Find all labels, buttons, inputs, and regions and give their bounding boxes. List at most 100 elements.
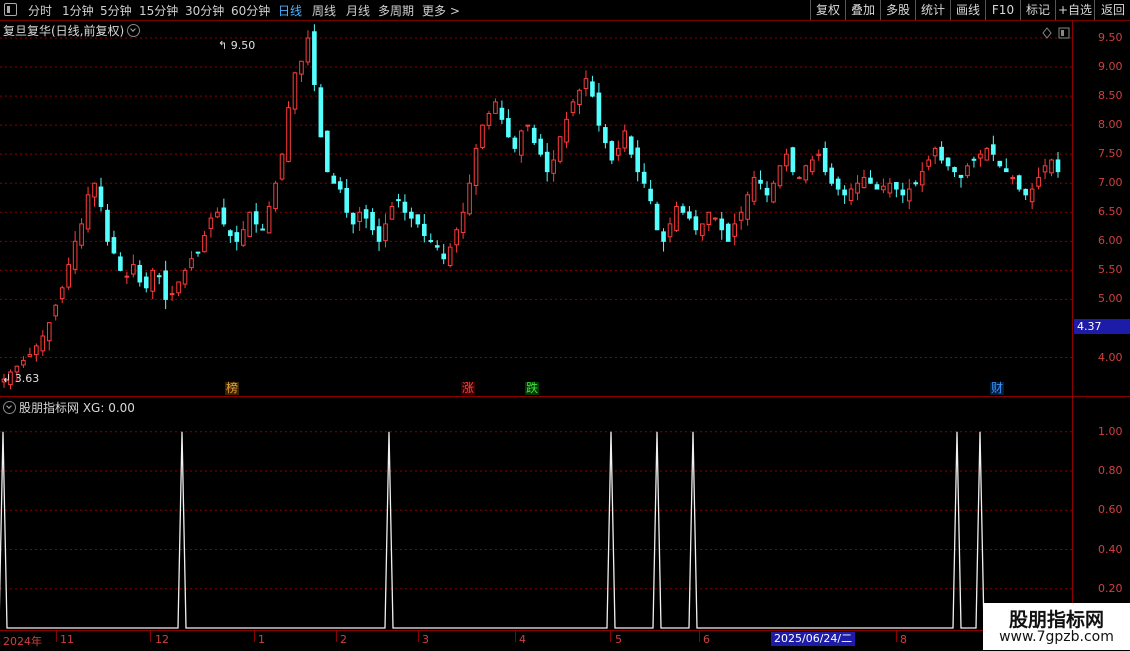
period-tab-60min[interactable]: 60分钟	[231, 2, 270, 19]
candle-body	[609, 141, 615, 161]
panel-toggle-icon[interactable]	[4, 3, 17, 16]
date-label-nov: 11	[60, 633, 74, 646]
adjust-button[interactable]: 复权	[810, 0, 845, 20]
price-tick-label: 7.50	[1098, 147, 1123, 161]
candle-body	[758, 179, 763, 184]
diamond-icon[interactable]	[1042, 27, 1052, 39]
period-tab-multi[interactable]: 多周期	[378, 2, 414, 19]
back-button[interactable]: 返回	[1094, 0, 1130, 20]
watermark-logo: 股朋指标网 www.7gpzb.com	[983, 603, 1130, 650]
date-label-may: 5	[615, 633, 622, 646]
candle-body	[538, 138, 543, 155]
price-tick-label: 7.00	[1098, 176, 1123, 190]
mark-button[interactable]: 标记	[1020, 0, 1055, 20]
multi-stock-button[interactable]: 多股	[880, 0, 915, 20]
candle-body	[137, 264, 143, 283]
candle-body	[822, 148, 828, 173]
price-tick-label: 6.00	[1098, 234, 1123, 248]
draw-line-button[interactable]: 画线	[950, 0, 985, 20]
candle-body	[1003, 168, 1009, 173]
candlestick-chart[interactable]	[0, 20, 1072, 396]
candle-body	[53, 304, 59, 317]
candle-body	[21, 359, 26, 366]
candle-body	[661, 231, 666, 242]
high-price-label: ↰ 9.50	[218, 39, 256, 52]
period-tab-more[interactable]: 更多 >	[422, 2, 460, 19]
period-tab-weekly[interactable]: 周线	[312, 2, 336, 19]
candle-body	[467, 182, 472, 215]
period-tab-monthly[interactable]: 月线	[346, 2, 370, 19]
candle-body	[641, 171, 647, 184]
candle-body	[428, 240, 434, 243]
price-tick-label: 9.50	[1098, 31, 1123, 44]
candle-body	[674, 205, 679, 231]
candle-body	[577, 89, 582, 106]
candle-body	[738, 211, 744, 221]
period-tab-1min[interactable]: 1分钟	[62, 2, 94, 19]
chevron-down-icon[interactable]	[3, 401, 16, 414]
candle-body	[1010, 176, 1016, 180]
candle-body	[34, 345, 39, 356]
candle-body	[85, 194, 91, 230]
candle-body	[628, 136, 634, 155]
candle-body	[1036, 176, 1041, 187]
date-label-2024: 2024年	[3, 635, 42, 648]
event-marker-limit-down[interactable]: 跌	[525, 382, 540, 395]
chevron-down-icon[interactable]	[127, 24, 141, 37]
add-watchlist-button[interactable]: +自选	[1055, 0, 1094, 20]
candle-body	[318, 87, 324, 138]
period-tab-30min[interactable]: 30分钟	[185, 2, 224, 19]
candle-body	[693, 216, 699, 231]
candle-body	[506, 118, 511, 138]
candle-body	[409, 211, 414, 219]
date-tick	[896, 631, 897, 642]
candle-body	[156, 275, 162, 278]
candle-body	[829, 167, 834, 184]
date-tick	[254, 631, 255, 642]
candle-body	[596, 92, 602, 126]
cursor-date-label: 2025/06/24/二	[771, 632, 856, 646]
candle-body	[706, 211, 712, 225]
candle-body	[1029, 188, 1035, 203]
candle-body	[376, 226, 382, 242]
xg-indicator-chart[interactable]	[0, 397, 1072, 630]
chart-title-text: 复旦复华(日线,前复权)	[3, 24, 125, 38]
candle-body	[441, 253, 447, 260]
candle-body	[253, 211, 259, 225]
candle-body	[894, 182, 899, 190]
price-tick-label: 9.00	[1098, 60, 1123, 74]
candle-body	[615, 147, 621, 156]
event-marker-list[interactable]: 榜	[225, 382, 240, 395]
event-marker-limit-up[interactable]: 涨	[461, 382, 476, 395]
candle-body	[932, 147, 938, 157]
chart-title: 复旦复华(日线,前复权)	[3, 22, 141, 39]
period-tab-5min[interactable]: 5分钟	[100, 2, 132, 19]
indicator-tick-label: 0.40	[1098, 542, 1123, 556]
candle-body	[725, 223, 731, 242]
candle-body	[325, 130, 330, 173]
f10-button[interactable]: F10	[985, 0, 1020, 20]
candle-body	[480, 124, 485, 148]
period-tab-daily[interactable]: 日线	[278, 2, 302, 19]
candle-body	[182, 269, 188, 285]
candle-body	[312, 31, 317, 85]
candle-body	[816, 153, 822, 156]
statistics-button[interactable]: 统计	[915, 0, 950, 20]
indicator-tick-label: 0.20	[1098, 581, 1123, 595]
candle-body	[434, 245, 440, 248]
date-label-jan: 1	[258, 633, 265, 646]
period-tab-minute[interactable]: 分时	[28, 2, 52, 19]
candle-body	[564, 118, 569, 143]
event-marker-finance[interactable]: 财	[990, 382, 1005, 395]
candle-body	[583, 78, 589, 90]
candle-body	[363, 209, 369, 219]
candle-body	[984, 147, 990, 161]
period-tab-15min[interactable]: 15分钟	[139, 2, 178, 19]
overlay-button[interactable]: 叠加	[845, 0, 880, 20]
candle-body	[59, 287, 65, 300]
price-tick-label: 5.50	[1098, 263, 1123, 277]
candle-body	[732, 223, 737, 237]
xg-signal-line	[0, 431, 1072, 629]
candle-body	[422, 223, 427, 237]
candle-body	[719, 218, 725, 231]
